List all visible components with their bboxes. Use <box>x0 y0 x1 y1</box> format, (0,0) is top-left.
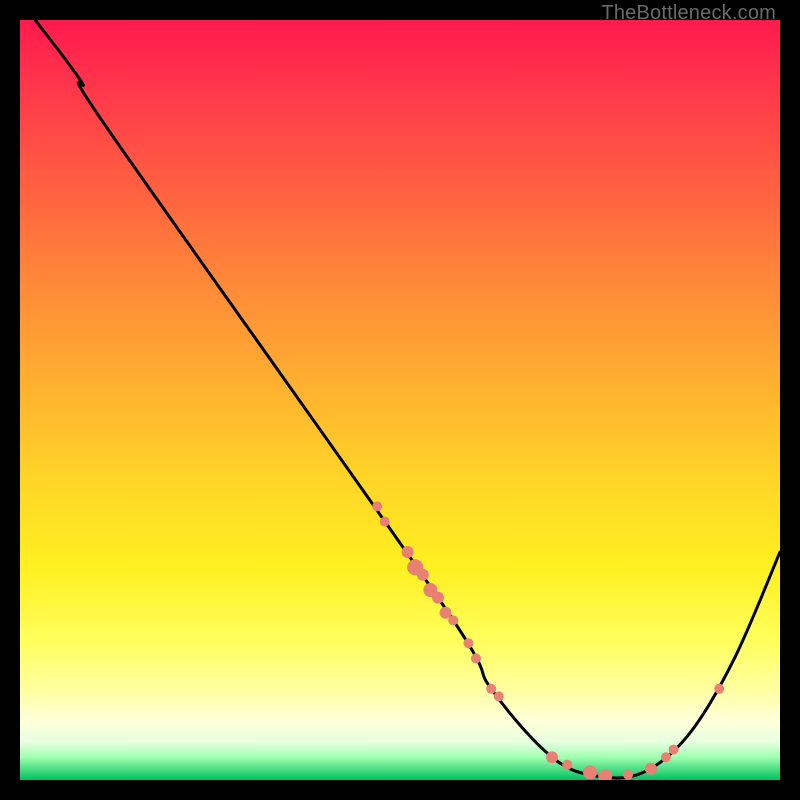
data-point <box>448 615 458 625</box>
data-point <box>463 638 473 648</box>
data-point <box>372 501 382 511</box>
data-point <box>380 517 390 527</box>
data-point <box>402 546 414 558</box>
data-point <box>471 653 481 663</box>
curve-layer <box>35 20 780 778</box>
data-point <box>623 770 633 780</box>
points-layer <box>372 501 724 780</box>
chart-svg <box>20 20 780 780</box>
data-point <box>598 769 612 780</box>
watermark-text: TheBottleneck.com <box>601 2 776 25</box>
data-point <box>562 760 572 770</box>
data-point <box>546 751 558 763</box>
chart-frame <box>20 20 780 780</box>
data-point <box>432 592 444 604</box>
data-point <box>714 684 724 694</box>
data-point <box>661 752 671 762</box>
data-point <box>645 763 657 775</box>
data-point <box>669 745 679 755</box>
data-point <box>486 684 496 694</box>
data-point <box>417 569 429 581</box>
data-point <box>494 691 504 701</box>
bottleneck-curve <box>35 20 780 778</box>
data-point <box>583 765 597 779</box>
